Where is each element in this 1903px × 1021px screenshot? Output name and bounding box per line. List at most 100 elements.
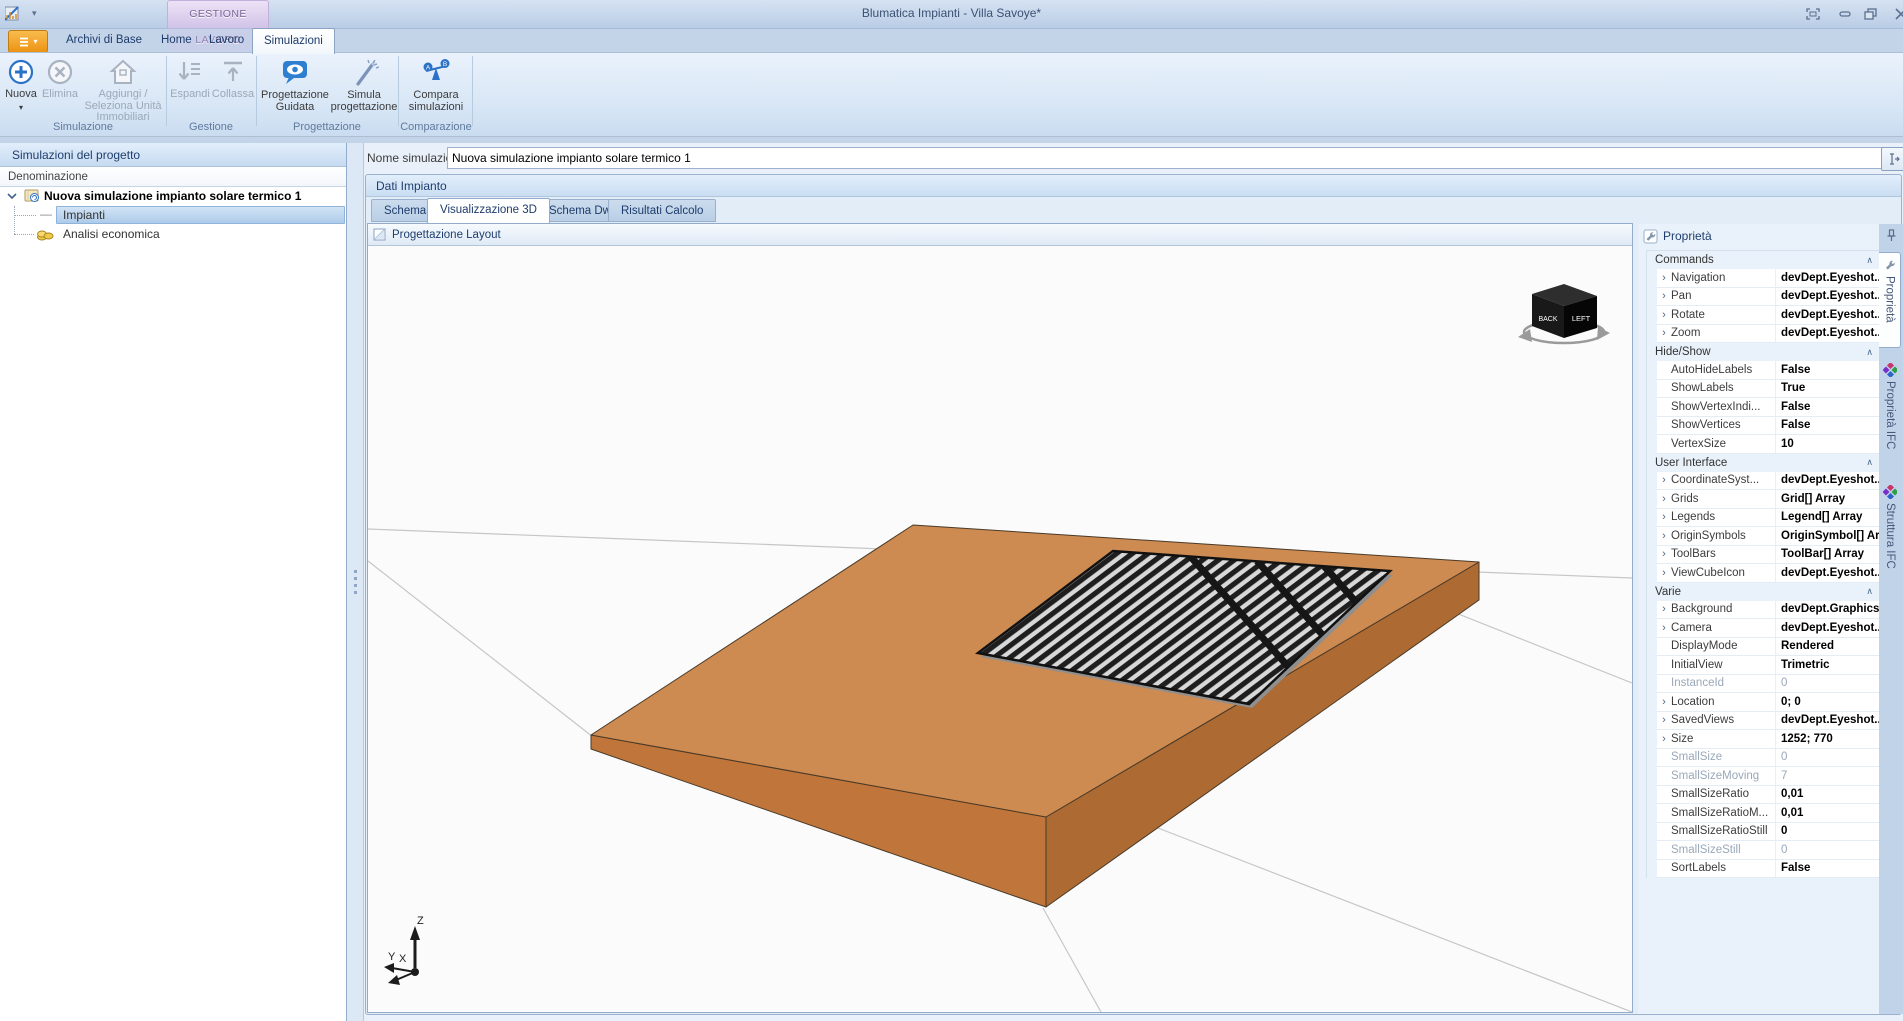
prop-row-autohidelabels[interactable]: AutoHideLabelsFalse bbox=[1657, 361, 1880, 380]
expand-icon[interactable]: › bbox=[1657, 603, 1671, 615]
expand-icon[interactable]: › bbox=[1657, 696, 1671, 708]
prop-value[interactable]: 10 bbox=[1776, 438, 1880, 450]
tree-item-analisi-economica[interactable]: Analisi economica bbox=[0, 225, 346, 244]
fit-window-button[interactable] bbox=[1800, 5, 1826, 22]
viewcube-back-face[interactable]: BACK bbox=[1538, 316, 1557, 323]
prop-value[interactable]: 0 bbox=[1776, 844, 1880, 856]
prop-row-pan[interactable]: ›PandevDept.Eyeshot.... bbox=[1657, 288, 1880, 307]
nuova-dropdown-icon[interactable]: ▾ bbox=[19, 102, 23, 114]
prop-row-initialview[interactable]: InitialViewTrimetric bbox=[1657, 656, 1880, 675]
expand-icon[interactable]: › bbox=[1657, 290, 1671, 302]
prop-value[interactable]: 0 bbox=[1776, 751, 1880, 763]
prop-value[interactable]: devDept.Eyeshot.... bbox=[1776, 567, 1880, 579]
prop-value[interactable]: 0,01 bbox=[1776, 788, 1880, 800]
prop-value[interactable]: devDept.Eyeshot.... bbox=[1776, 309, 1880, 321]
tab-lavoro[interactable]: Lavoro bbox=[198, 28, 255, 52]
prop-section-varie[interactable]: Varie∧ bbox=[1647, 583, 1880, 601]
nuova-button[interactable]: Nuova ▾ bbox=[2, 54, 40, 113]
prop-row-zoom[interactable]: ›ZoomdevDept.Eyeshot.... bbox=[1657, 325, 1880, 344]
expand-icon[interactable]: › bbox=[1657, 511, 1671, 523]
prop-row-grids[interactable]: ›GridsGrid[] Array bbox=[1657, 490, 1880, 509]
expand-icon[interactable]: › bbox=[1657, 714, 1671, 726]
prop-row-legends[interactable]: ›LegendsLegend[] Array bbox=[1657, 509, 1880, 528]
prop-value[interactable]: devDept.Graphics.... bbox=[1776, 603, 1880, 615]
prop-section-user-interface[interactable]: User Interface∧ bbox=[1647, 454, 1880, 472]
prop-row-displaymode[interactable]: DisplayModeRendered bbox=[1657, 638, 1880, 657]
aggiungi-seleziona-button[interactable]: Aggiungi / Seleziona Unità Immobiliari bbox=[80, 54, 166, 124]
prop-value[interactable]: Grid[] Array bbox=[1776, 493, 1880, 505]
expand-icon[interactable]: › bbox=[1657, 309, 1671, 321]
prop-value[interactable]: 1252; 770 bbox=[1776, 733, 1880, 745]
prop-row-rotate[interactable]: ›RotatedevDept.Eyeshot.... bbox=[1657, 306, 1880, 325]
progettazione-guidata-button[interactable]: Progettazione Guidata bbox=[260, 54, 330, 113]
prop-row-smallsizestill[interactable]: SmallSizeStill0 bbox=[1657, 841, 1880, 860]
close-button[interactable] bbox=[1888, 5, 1903, 22]
prop-value[interactable]: False bbox=[1776, 419, 1880, 431]
prop-value[interactable]: False bbox=[1776, 401, 1880, 413]
tree-item-impianti[interactable]: — Impianti bbox=[0, 206, 346, 225]
tab-visualizzazione-3d[interactable]: Visualizzazione 3D bbox=[427, 198, 550, 223]
prop-value[interactable]: devDept.Eyeshot.... bbox=[1776, 290, 1880, 302]
prop-value[interactable]: devDept.Eyeshot.... bbox=[1776, 622, 1880, 634]
prop-section-commands[interactable]: Commands∧ bbox=[1647, 251, 1880, 269]
prop-value[interactable]: 0 bbox=[1776, 825, 1880, 837]
prop-row-smallsizemoving[interactable]: SmallSizeMoving7 bbox=[1657, 767, 1880, 786]
viewport-3d-canvas[interactable]: BACK LEFT Z Y X bbox=[368, 246, 1632, 1012]
collapse-chevron-icon[interactable]: ∧ bbox=[1866, 586, 1873, 597]
prop-value[interactable]: False bbox=[1776, 364, 1880, 376]
tree-column-header[interactable]: Denominazione bbox=[0, 167, 346, 187]
elimina-button[interactable]: Elimina bbox=[40, 54, 80, 101]
collapse-chevron-icon[interactable]: ∧ bbox=[1866, 255, 1873, 266]
view-cube[interactable]: BACK LEFT bbox=[1518, 284, 1610, 343]
prop-value[interactable]: True bbox=[1776, 382, 1880, 394]
compara-simulazioni-button[interactable]: A B Compara simulazioni bbox=[402, 54, 470, 113]
prop-value[interactable]: devDept.Eyeshot.... bbox=[1776, 272, 1880, 284]
prop-value[interactable]: 0 bbox=[1776, 677, 1880, 689]
prop-value[interactable]: 7 bbox=[1776, 770, 1880, 782]
prop-row-showvertexindi-[interactable]: ShowVertexIndi...False bbox=[1657, 398, 1880, 417]
tab-risultati-calcolo[interactable]: Risultati Calcolo bbox=[608, 199, 716, 222]
rename-button[interactable] bbox=[1881, 147, 1903, 171]
prop-row-smallsizeratiom-[interactable]: SmallSizeRatioM...0,01 bbox=[1657, 804, 1880, 823]
tree-expand-chevron-icon[interactable] bbox=[7, 193, 17, 200]
prop-row-savedviews[interactable]: ›SavedViewsdevDept.Eyeshot.... bbox=[1657, 712, 1880, 731]
prop-row-showvertices[interactable]: ShowVerticesFalse bbox=[1657, 417, 1880, 436]
collapse-chevron-icon[interactable]: ∧ bbox=[1866, 457, 1873, 468]
prop-value[interactable]: ToolBar[] Array bbox=[1776, 548, 1880, 560]
expand-icon[interactable]: › bbox=[1657, 327, 1671, 339]
prop-row-smallsizeratio[interactable]: SmallSizeRatio0,01 bbox=[1657, 786, 1880, 805]
prop-row-background[interactable]: ›BackgrounddevDept.Graphics.... bbox=[1657, 601, 1880, 620]
prop-row-vertexsize[interactable]: VertexSize10 bbox=[1657, 435, 1880, 454]
prop-section-hide-show[interactable]: Hide/Show∧ bbox=[1647, 343, 1880, 361]
prop-row-navigation[interactable]: ›NavigationdevDept.Eyeshot.... bbox=[1657, 269, 1880, 288]
prop-value[interactable]: devDept.Eyeshot.... bbox=[1776, 327, 1880, 339]
prop-row-camera[interactable]: ›CameradevDept.Eyeshot.... bbox=[1657, 619, 1880, 638]
prop-value[interactable]: 0; 0 bbox=[1776, 696, 1880, 708]
prop-row-coordinatesyst-[interactable]: ›CoordinateSyst...devDept.Eyeshot.... bbox=[1657, 472, 1880, 491]
espandi-button[interactable]: Espandi bbox=[170, 54, 210, 101]
collassa-button[interactable]: Collassa bbox=[212, 54, 254, 101]
expand-icon[interactable]: › bbox=[1657, 733, 1671, 745]
prop-row-smallsizeratiostill[interactable]: SmallSizeRatioStill0 bbox=[1657, 823, 1880, 842]
expand-icon[interactable]: › bbox=[1657, 548, 1671, 560]
prop-value[interactable]: devDept.Eyeshot.... bbox=[1776, 474, 1880, 486]
minimize-button[interactable] bbox=[1832, 5, 1858, 22]
tab-archivi-di-base[interactable]: Archivi di Base bbox=[55, 28, 153, 52]
tab-simulazioni[interactable]: Simulazioni bbox=[252, 28, 335, 54]
viewcube-left-face[interactable]: LEFT bbox=[1572, 314, 1591, 323]
tree-item-root[interactable]: Nuova simulazione impianto solare termic… bbox=[0, 187, 346, 206]
prop-value[interactable]: Rendered bbox=[1776, 640, 1880, 652]
side-tab-struttura-ifc[interactable]: Struttura IFC bbox=[1879, 480, 1901, 592]
expand-icon[interactable]: › bbox=[1657, 493, 1671, 505]
prop-row-showlabels[interactable]: ShowLabelsTrue bbox=[1657, 380, 1880, 399]
prop-row-size[interactable]: ›Size1252; 770 bbox=[1657, 730, 1880, 749]
prop-value[interactable]: 0,01 bbox=[1776, 807, 1880, 819]
expand-icon[interactable]: › bbox=[1657, 622, 1671, 634]
panel-splitter[interactable] bbox=[347, 143, 364, 1021]
tab-home[interactable]: Home bbox=[150, 28, 203, 52]
prop-value[interactable]: OriginSymbol[] Ar... bbox=[1776, 530, 1880, 542]
simulation-name-input[interactable] bbox=[447, 147, 1883, 169]
prop-row-toolbars[interactable]: ›ToolBarsToolBar[] Array bbox=[1657, 546, 1880, 565]
prop-row-location[interactable]: ›Location0; 0 bbox=[1657, 693, 1880, 712]
side-tab-proprieta[interactable]: Proprietà bbox=[1879, 252, 1901, 348]
